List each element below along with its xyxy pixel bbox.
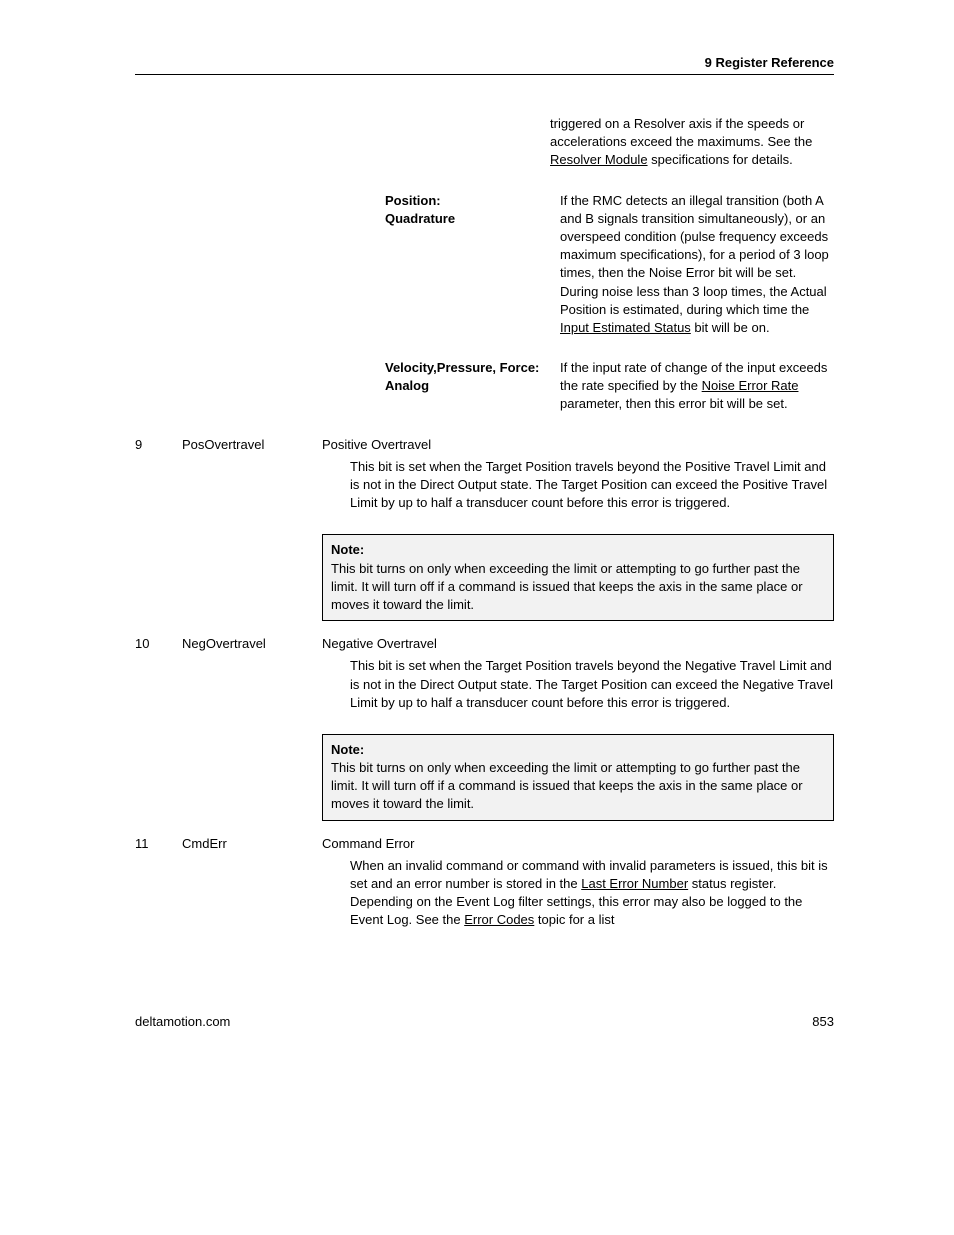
text-fragment: topic for a list bbox=[534, 912, 614, 927]
sub-row-velocity-pressure-force: Velocity,Pressure, Force: Analog If the … bbox=[135, 359, 834, 414]
entry-body: Command Error When an invalid command or… bbox=[322, 835, 834, 944]
note-box: Note: This bit turns on only when exceed… bbox=[322, 534, 834, 621]
entry-tag: NegOvertravel bbox=[182, 635, 322, 726]
note-label: Note: bbox=[331, 742, 364, 757]
input-estimated-status-link[interactable]: Input Estimated Status bbox=[560, 320, 691, 335]
header-section: 9 Register Reference bbox=[705, 55, 834, 70]
entry-tag: CmdErr bbox=[182, 835, 322, 944]
text-fragment: If the RMC detects an illegal transition… bbox=[560, 193, 829, 317]
register-entry-11: 11 CmdErr Command Error When an invalid … bbox=[135, 835, 834, 944]
resolver-module-link[interactable]: Resolver Module bbox=[550, 152, 648, 167]
label-line: Quadrature bbox=[385, 210, 550, 228]
sub-row-desc: If the input rate of change of the input… bbox=[560, 359, 834, 414]
register-entry-10: 10 NegOvertravel Negative Overtravel Thi… bbox=[135, 635, 834, 726]
entry-number: 9 bbox=[135, 436, 182, 527]
sub-row-desc: If the RMC detects an illegal transition… bbox=[560, 192, 834, 338]
continued-paragraph: triggered on a Resolver axis if the spee… bbox=[135, 115, 834, 170]
entry-body: Positive Overtravel This bit is set when… bbox=[322, 436, 834, 527]
page-footer: deltamotion.com 853 bbox=[135, 1014, 834, 1029]
label-line: Velocity,Pressure, Force: bbox=[385, 359, 550, 377]
entry-title: Command Error bbox=[322, 835, 834, 853]
error-codes-link[interactable]: Error Codes bbox=[464, 912, 534, 927]
entry-title: Negative Overtravel bbox=[322, 635, 834, 653]
text-fragment: specifications for details. bbox=[648, 152, 793, 167]
footer-site: deltamotion.com bbox=[135, 1014, 230, 1029]
note-text: This bit turns on only when exceeding th… bbox=[331, 760, 803, 811]
text-fragment: parameter, then this error bit will be s… bbox=[560, 396, 788, 411]
content-body: triggered on a Resolver axis if the spee… bbox=[135, 115, 834, 944]
entry-number: 11 bbox=[135, 835, 182, 944]
entry-body: Negative Overtravel This bit is set when… bbox=[322, 635, 834, 726]
text-fragment: triggered on a Resolver axis if the spee… bbox=[550, 116, 812, 149]
noise-error-rate-link[interactable]: Noise Error Rate bbox=[702, 378, 799, 393]
last-error-number-link[interactable]: Last Error Number bbox=[581, 876, 688, 891]
entry-tag: PosOvertravel bbox=[182, 436, 322, 527]
entry-title: Positive Overtravel bbox=[322, 436, 834, 454]
entry-description: This bit is set when the Target Position… bbox=[322, 657, 834, 712]
entry-description: When an invalid command or command with … bbox=[322, 857, 834, 930]
note-text: This bit turns on only when exceeding th… bbox=[331, 561, 803, 612]
label-line: Analog bbox=[385, 377, 550, 395]
note-box: Note: This bit turns on only when exceed… bbox=[322, 734, 834, 821]
footer-page-number: 853 bbox=[812, 1014, 834, 1029]
sub-row-label: Position: Quadrature bbox=[135, 192, 560, 338]
entry-description: This bit is set when the Target Position… bbox=[322, 458, 834, 513]
register-entry-9: 9 PosOvertravel Positive Overtravel This… bbox=[135, 436, 834, 527]
entry-number: 10 bbox=[135, 635, 182, 726]
note-label: Note: bbox=[331, 542, 364, 557]
label-line: Position: bbox=[385, 192, 550, 210]
sub-row-position-quadrature: Position: Quadrature If the RMC detects … bbox=[135, 192, 834, 338]
page-header: 9 Register Reference bbox=[135, 55, 834, 75]
text-fragment: bit will be on. bbox=[691, 320, 770, 335]
sub-row-label: Velocity,Pressure, Force: Analog bbox=[135, 359, 560, 414]
